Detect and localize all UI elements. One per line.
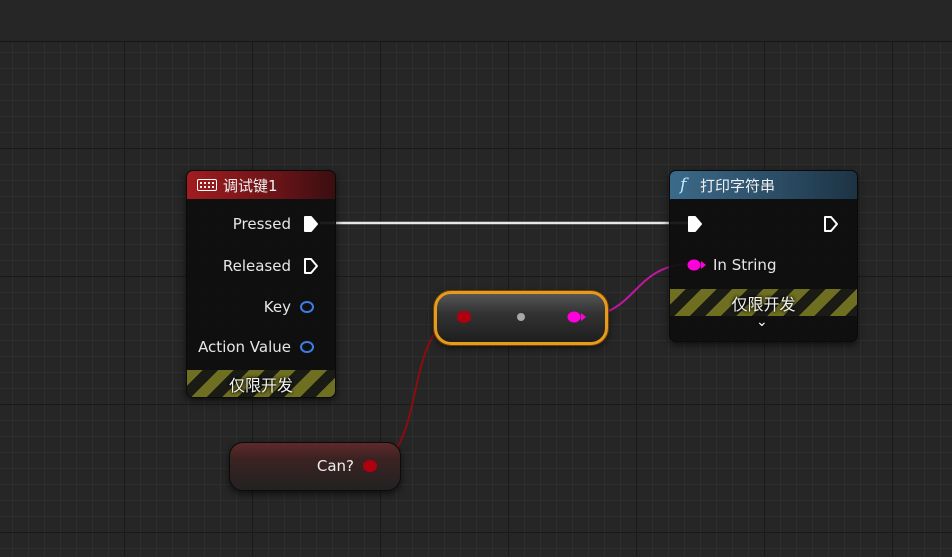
can-variable-node[interactable]: Can? — [229, 442, 401, 491]
pin-label-action-value: Action Value — [198, 338, 291, 356]
print-string-node-title: 打印字符串 — [700, 176, 776, 195]
pin-label-pressed: Pressed — [232, 215, 291, 233]
pin-label-in-string: In String — [713, 256, 777, 274]
conversion-center-dot — [517, 313, 525, 321]
in-string-pin[interactable] — [687, 258, 707, 272]
can-variable-label: Can? — [316, 457, 354, 475]
released-exec-pin[interactable] — [303, 257, 319, 275]
pin-label-key: Key — [263, 298, 291, 316]
print-exec-out-pin[interactable] — [823, 215, 839, 233]
key-struct-pin[interactable] — [300, 301, 314, 313]
function-icon: f — [680, 175, 687, 195]
development-only-label: 仅限开发 — [228, 375, 293, 395]
development-only-banner: 仅限开发 — [187, 370, 335, 397]
conversion-bool-input-pin[interactable] — [457, 311, 471, 323]
pressed-exec-pin[interactable] — [303, 215, 319, 233]
development-only-banner: 仅限开发 — [670, 289, 857, 316]
can-bool-output-pin[interactable] — [363, 460, 377, 472]
expand-chevron-icon[interactable]: ⌄ — [756, 314, 768, 330]
action-value-struct-pin[interactable] — [300, 341, 314, 353]
keyboard-icon — [197, 179, 217, 191]
debug-key-node-title: 调试键1 — [223, 176, 278, 195]
print-string-node-header[interactable]: f 打印字符串 — [670, 171, 857, 199]
print-exec-in-pin[interactable] — [687, 215, 703, 233]
debug-key-node-header[interactable]: 调试键1 — [187, 171, 335, 199]
conversion-node[interactable] — [434, 291, 608, 345]
debug-key-node[interactable]: 调试键1 Pressed Released Key Action Value 仅… — [186, 170, 336, 398]
print-string-node[interactable]: f 打印字符串 In String 仅限开发 ⌄ — [669, 170, 858, 342]
development-only-label: 仅限开发 — [731, 294, 796, 314]
conversion-string-output-pin[interactable] — [567, 310, 587, 324]
pin-label-released: Released — [222, 257, 291, 275]
